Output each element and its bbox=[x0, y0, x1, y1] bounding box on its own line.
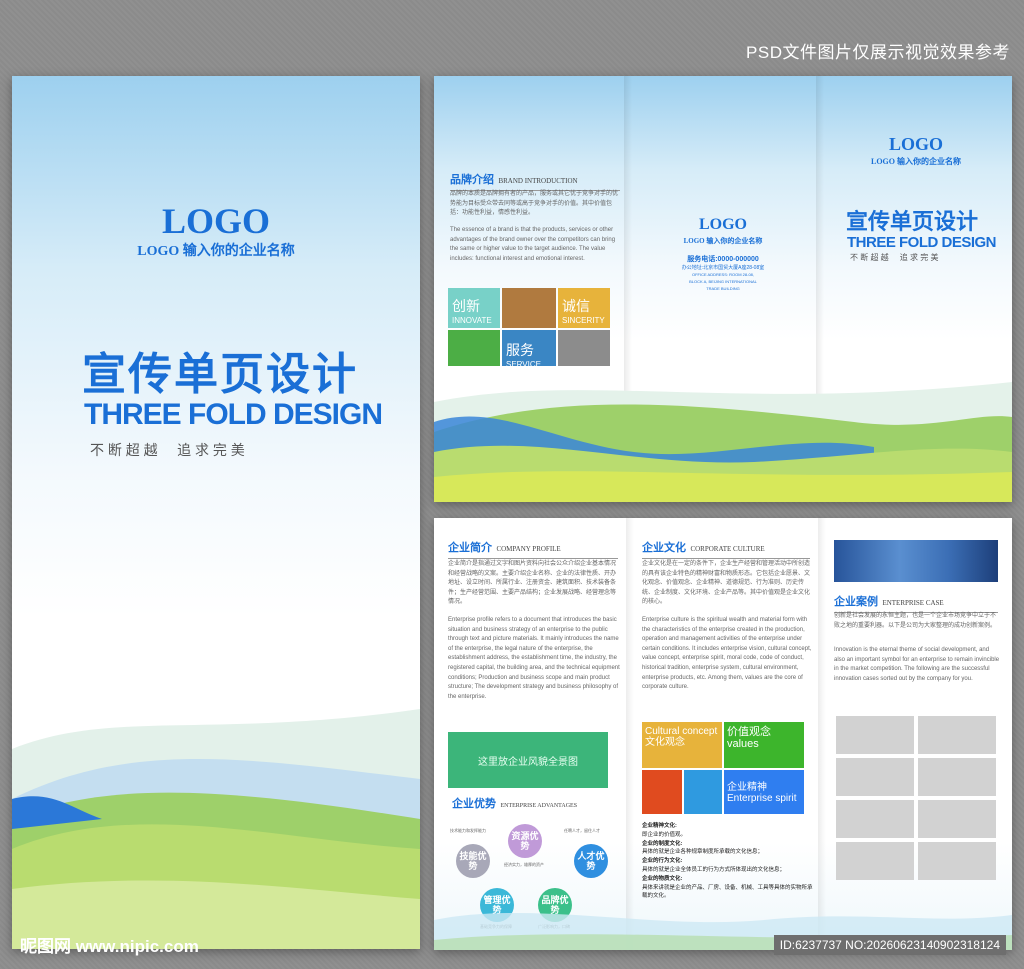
tile-sincerity-en: SINCERITY bbox=[562, 316, 605, 325]
culture-tile-spirit-cn: 企业精神 bbox=[727, 782, 767, 793]
right-logo-sub: LOGO 输入你的企业名称 bbox=[870, 157, 961, 166]
case-photo-7 bbox=[836, 842, 914, 880]
mid-address-en-3: TRADE BUILDING bbox=[706, 286, 740, 291]
inner-fold-2 bbox=[818, 518, 826, 950]
case-photo-4 bbox=[918, 758, 996, 796]
cover-logo-sub: LOGO 输入你的企业名称 bbox=[137, 244, 295, 259]
hex-resource: 资源优势 bbox=[508, 824, 542, 858]
tile-brown bbox=[502, 288, 556, 328]
profile-title-en: COMPANY PROFILE bbox=[496, 545, 561, 553]
tile-innovate-cn: 创新 bbox=[452, 298, 480, 314]
brand-title-en: BRAND INTRODUCTION bbox=[498, 177, 578, 185]
right-logo: LOGO bbox=[888, 134, 943, 154]
case-photo-5 bbox=[836, 800, 914, 838]
adv-note-2: 经济实力，雄厚的资产 bbox=[504, 862, 544, 867]
tile-gray bbox=[558, 330, 610, 366]
culture-tile-concept-cn: 文化观念 bbox=[645, 737, 685, 748]
culture-tile-spirit: 企业精神 Enterprise spirit bbox=[724, 770, 804, 814]
image-id: ID:6237737 NO:20260623140902318124 bbox=[773, 935, 1006, 955]
brand-text-en: The essence of a brand is that the produ… bbox=[450, 227, 616, 262]
culture-tile-concept: Cultural concept 文化观念 bbox=[642, 722, 722, 768]
profile-heading: 企业简介 COMPANY PROFILE bbox=[448, 538, 618, 559]
top-note: PSD文件图片仅展示视觉效果参考 bbox=[746, 43, 1010, 62]
culture-tile-values-cn: 价值观念 bbox=[727, 726, 771, 738]
right-slogan: 不 断 超 越 追 求 完 美 bbox=[850, 253, 939, 262]
tile-service: 服务 SERVICE bbox=[502, 330, 556, 369]
cover-waves bbox=[12, 709, 420, 949]
inner-spread: 企业简介 COMPANY PROFILE 企业简介是指通过文字和图片资料向社会公… bbox=[434, 518, 1012, 950]
outer-spread: 品牌介绍 BRAND INTRODUCTION 品牌的本质是品牌拥有者的产品，服… bbox=[434, 76, 1012, 502]
culture-list-h-1: 企业精神文化: bbox=[642, 823, 677, 829]
case-text-en: Innovation is the eternal theme of socia… bbox=[834, 647, 1000, 682]
tile-green bbox=[448, 330, 500, 366]
profile-title-cn: 企业简介 bbox=[448, 542, 492, 554]
mid-address-en-2: BLOCK A, BEIJING INTERNATIONAL bbox=[689, 279, 757, 284]
culture-tile-values-en: values bbox=[727, 738, 759, 751]
culture-text-cn: 企业文化是在一定的条件下，企业生产经营和管理活动中所创造的具有该企业特色的精神财… bbox=[642, 561, 811, 606]
culture-list-t-1: 即企业的价值观。 bbox=[642, 831, 687, 838]
case-title-cn: 企业案例 bbox=[834, 596, 878, 608]
tile-service-cn: 服务 bbox=[506, 342, 534, 358]
case-photo-1 bbox=[836, 716, 914, 754]
panorama-label: 这里放企业风貌全景图 bbox=[478, 756, 578, 768]
brand-text-cn: 品牌的本质是品牌拥有者的产品，服务或其它优于竞争对手的优势能为目标受众带去同等或… bbox=[450, 191, 619, 217]
outer-waves bbox=[434, 382, 1012, 502]
cover-panel: LOGO LOGO 输入你的企业名称 宣传单页设计 THREE FOLD DES… bbox=[12, 76, 420, 949]
culture-list-h-2: 企业的制度文化: bbox=[642, 840, 683, 847]
inner-fold-1 bbox=[626, 518, 634, 950]
mid-address-cn: 办公地址:北京市国贸大厦A座28-08室 bbox=[681, 265, 765, 271]
case-text-cn: 创新是社会发展的永恒主题，也是一个企业市场竞争中立于不败之地的重要利器。以下是公… bbox=[834, 613, 997, 629]
culture-list-h-4: 企业的物质文化: bbox=[642, 875, 683, 882]
cover-slogan: 不 断 超 越 追 求 完 美 bbox=[90, 442, 245, 458]
tile-innovate-en: INNOVATE bbox=[452, 316, 492, 325]
panorama-box: 这里放企业风貌全景图 bbox=[448, 732, 608, 788]
case-banner-image bbox=[834, 540, 998, 582]
right-title-cn: 宣传单页设计 bbox=[846, 209, 979, 234]
tile-innovate: 创新 INNOVATE bbox=[448, 288, 500, 328]
adv-note-3: 任聘人才，留住人才 bbox=[564, 828, 600, 833]
culture-tile-values: 价值观念 values bbox=[724, 722, 804, 768]
profile-text-en: Enterprise profile refers to a document … bbox=[448, 617, 620, 700]
cover-title-en: THREE FOLD DESIGN bbox=[84, 398, 383, 431]
culture-list-t-3: 具体的就是企业全体员工的行为方式所体现出的文化信息； bbox=[642, 866, 786, 873]
brand-heading: 品牌介绍 BRAND INTRODUCTION bbox=[450, 170, 620, 191]
culture-title-en: CORPORATE CULTURE bbox=[690, 545, 765, 553]
case-heading: 企业案例 ENTERPRISE CASE bbox=[834, 592, 998, 613]
case-photo-2 bbox=[918, 716, 996, 754]
case-title-en: ENTERPRISE CASE bbox=[882, 599, 944, 607]
mid-phone: 服务电话:0000-000000 bbox=[687, 256, 759, 263]
culture-list-h-3: 企业的行为文化: bbox=[642, 858, 683, 865]
cover-logo: LOGO bbox=[161, 201, 271, 241]
mid-logo-sub: LOGO 输入你的企业名称 bbox=[683, 237, 763, 245]
culture-title-cn: 企业文化 bbox=[642, 542, 686, 554]
adv-title-en: ENTERPRISE ADVANTAGES bbox=[500, 803, 578, 809]
case-photo-8 bbox=[918, 842, 996, 880]
adv-title-cn: 企业优势 bbox=[452, 798, 496, 810]
case-photo-3 bbox=[836, 758, 914, 796]
culture-heading: 企业文化 CORPORATE CULTURE bbox=[642, 538, 810, 559]
tile-sincerity-cn: 诚信 bbox=[562, 298, 590, 314]
hex-talent: 人才优势 bbox=[574, 844, 608, 878]
profile-text-cn: 企业简介是指通过文字和图片资料向社会公众介绍企业基本情况和经营战略的文案。主要介… bbox=[448, 561, 617, 606]
adv-note-1: 技术能力和发挥能力 bbox=[450, 828, 486, 833]
culture-tile-blue bbox=[684, 770, 722, 814]
mid-address-en-1: OFFICE ADDRESS: ROOM 28-08, bbox=[691, 272, 754, 277]
cover-title-cn: 宣传单页设计 bbox=[82, 350, 358, 399]
right-title-en: THREE FOLD DESIGN bbox=[847, 234, 997, 251]
culture-tile-concept-en: Cultural concept bbox=[645, 726, 718, 737]
mid-logo: LOGO bbox=[698, 216, 747, 233]
brand-title-cn: 品牌介绍 bbox=[450, 174, 494, 186]
tile-service-en: SERVICE bbox=[506, 360, 541, 369]
culture-tile-red bbox=[642, 770, 682, 814]
watermark: 昵图网 www.nipic.com bbox=[20, 937, 199, 956]
adv-heading: 企业优势 ENTERPRISE ADVANTAGES bbox=[452, 794, 577, 812]
case-photo-6 bbox=[918, 800, 996, 838]
culture-tile-spirit-en: Enterprise spirit bbox=[727, 793, 797, 804]
culture-list-t-2: 具体的就是企业各种规章制度所承载的文化信息； bbox=[642, 849, 764, 856]
culture-text-en: Enterprise culture is the spiritual weal… bbox=[642, 617, 812, 691]
tile-sincerity: 诚信 SINCERITY bbox=[558, 288, 610, 328]
hex-skill: 技能优势 bbox=[456, 844, 490, 878]
